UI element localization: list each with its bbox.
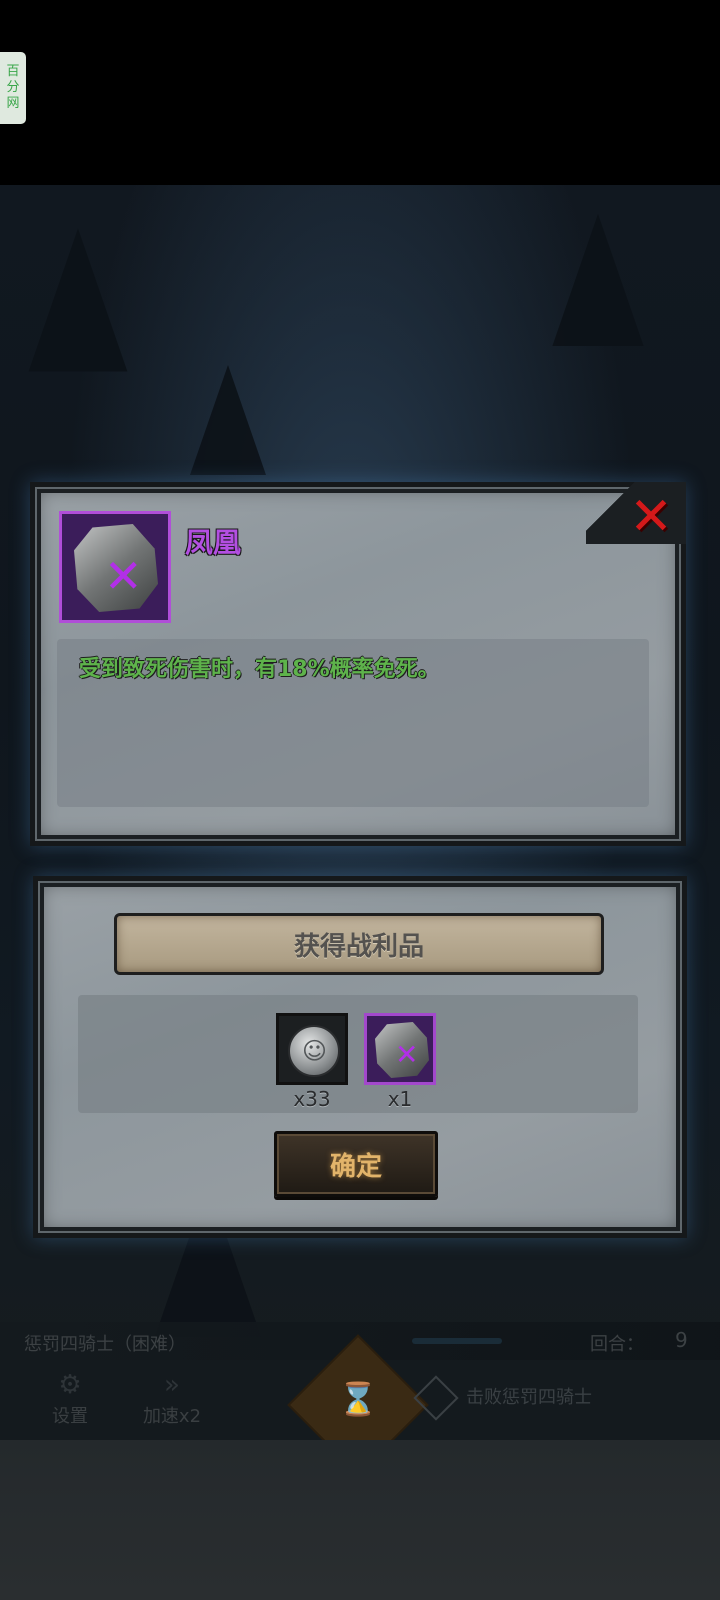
item-description-box: 受到致死伤害时，有18%概率免死。 — [57, 639, 649, 807]
reward-slot-rune[interactable]: ✕ — [364, 1013, 436, 1085]
bottom-blank-area — [0, 1440, 720, 1600]
crossed-swords-icon — [413, 1375, 459, 1421]
fast-forward-icon: » — [164, 1370, 180, 1400]
reward-count: x33 — [293, 1087, 331, 1111]
gear-icon: ⚙ — [58, 1370, 82, 1400]
rune-mark: ✕ — [104, 549, 143, 603]
item-name: 凤凰 — [185, 526, 242, 559]
settings-label: 设置 — [52, 1406, 88, 1427]
goal-label: 击败惩罚四骑士 — [466, 1387, 592, 1408]
rune-stone-purple-icon: ✕ — [375, 1022, 429, 1078]
item-detail-popup: ✕ ✕ 凤凰 受到致死伤害时，有18%概率免死。 — [30, 482, 686, 846]
speed-label: 加速x2 — [142, 1406, 202, 1427]
loot-popup: 获得战利品 ☺ x33 ✕ x1 确定 — [33, 876, 687, 1238]
confirm-button[interactable]: 确定 — [274, 1131, 438, 1197]
loot-rewards-area: ☺ x33 ✕ x1 — [78, 995, 638, 1113]
round-value: 9 — [675, 1328, 688, 1352]
speed-button[interactable]: » 加速x2 — [132, 1368, 212, 1434]
side-tag-char: 分 — [6, 80, 20, 95]
rune-mark: ✕ — [395, 1038, 419, 1071]
reward-slot-coin[interactable]: ☺ — [276, 1013, 348, 1085]
top-black-area — [0, 0, 720, 185]
item-description: 受到致死伤害时，有18%概率免死。 — [79, 657, 440, 682]
hourglass-icon: ⌛ — [338, 1380, 378, 1418]
background-tree — [190, 365, 266, 475]
item-icon-frame: ✕ — [59, 511, 171, 623]
coin-face: ☺ — [302, 1037, 328, 1065]
loot-title-banner: 获得战利品 — [114, 913, 604, 975]
reward-count: x1 — [387, 1087, 413, 1111]
background-tree — [28, 228, 128, 372]
silver-coin-icon: ☺ — [288, 1025, 340, 1077]
side-floating-tag[interactable]: 百 分 网 — [0, 52, 26, 124]
progress-bar — [412, 1338, 502, 1344]
settings-button[interactable]: ⚙ 设置 — [30, 1368, 110, 1434]
background-tree — [552, 214, 644, 346]
round-label: 回合： — [590, 1334, 644, 1355]
rune-stone-purple-icon: ✕ — [74, 524, 158, 612]
side-tag-char: 百 — [6, 64, 20, 79]
close-x-icon[interactable]: ✕ — [625, 491, 677, 543]
battle-goal: 击败惩罚四骑士 — [413, 1375, 592, 1421]
boss-name: 惩罚四骑士（困难） — [24, 1334, 186, 1355]
bottom-controls: ⚙ 设置 » 加速x2 ⌛ 击败惩罚四骑士 — [0, 1334, 720, 1476]
confirm-label: 确定 — [329, 1151, 382, 1182]
side-tag-char: 网 — [6, 96, 20, 111]
loot-title: 获得战利品 — [293, 931, 424, 962]
